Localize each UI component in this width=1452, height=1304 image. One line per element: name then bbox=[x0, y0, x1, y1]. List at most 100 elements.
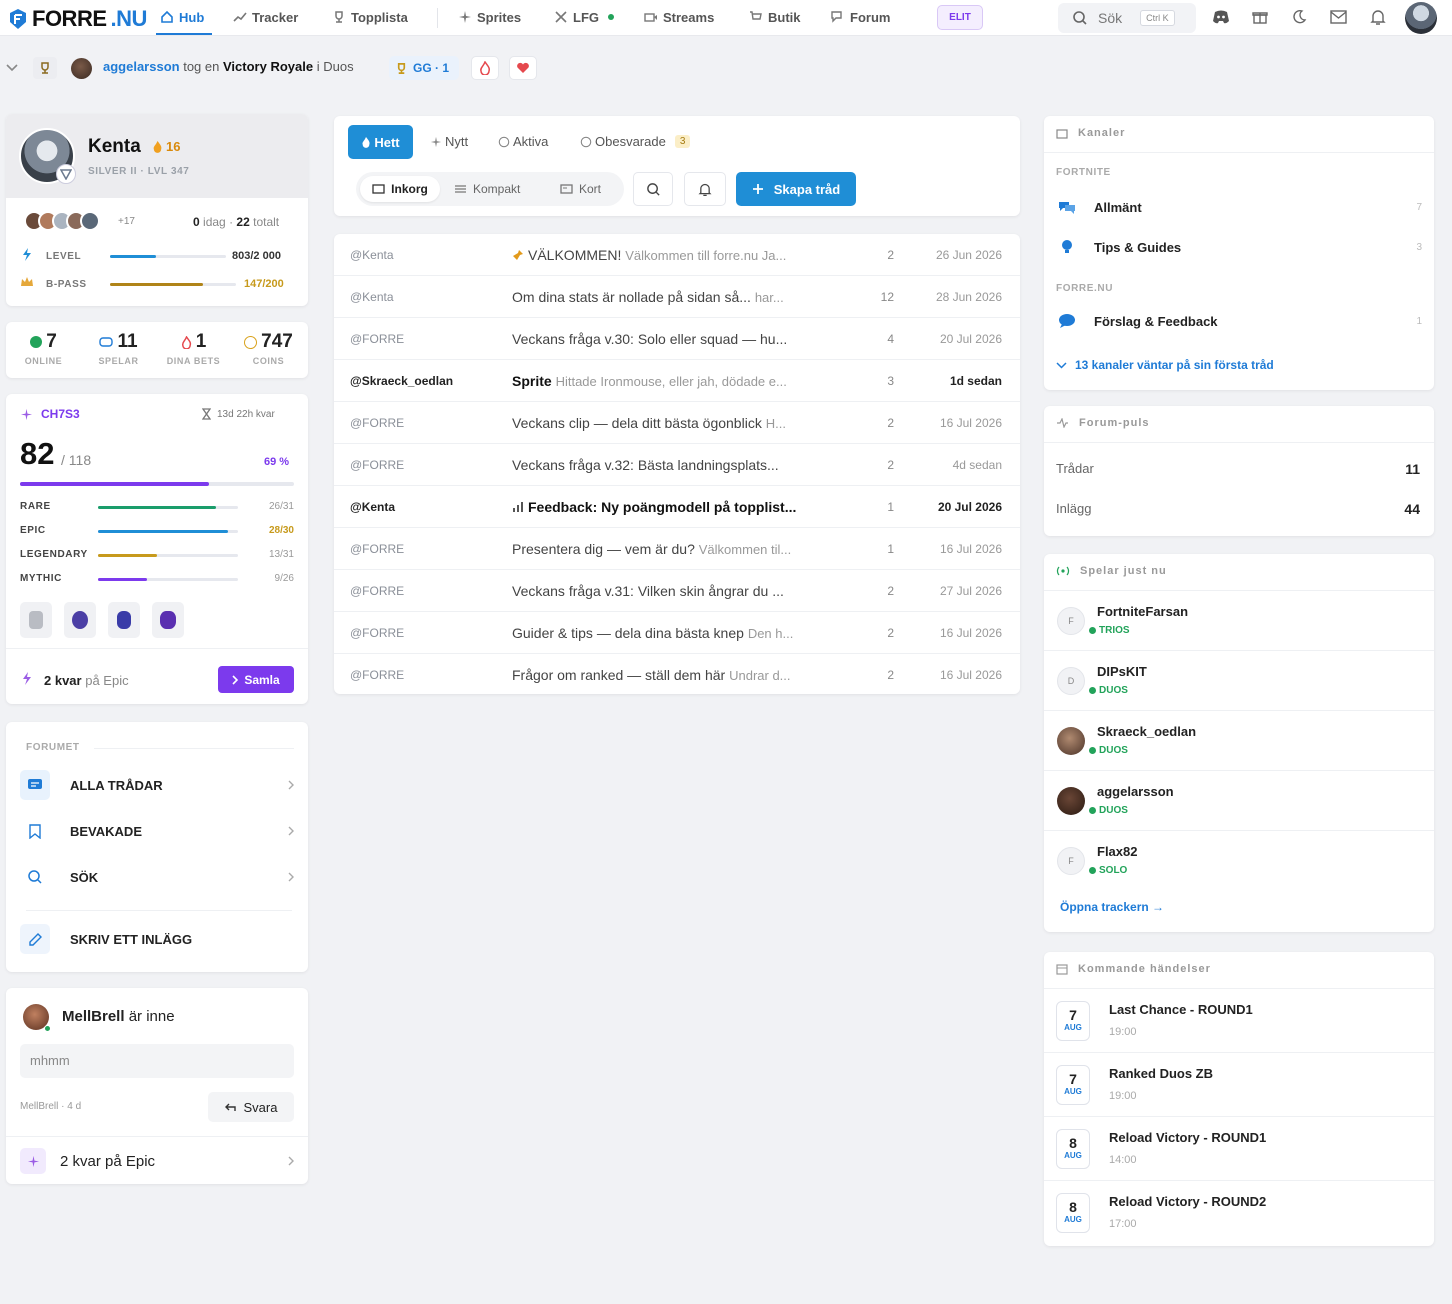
sprite-thumb-3[interactable] bbox=[108, 602, 140, 638]
player-avatar[interactable]: D bbox=[1057, 667, 1085, 695]
chevron-right-icon bbox=[288, 1156, 294, 1166]
stat-online-label: ONLINE bbox=[24, 356, 63, 366]
thread-excerpt: Hittade Ironmouse, eller jah, dödade e..… bbox=[555, 374, 787, 389]
friends-extra: +17 bbox=[118, 216, 135, 227]
player-avatar[interactable]: F bbox=[1057, 847, 1085, 875]
nav-sprites[interactable]: Sprites bbox=[458, 0, 521, 34]
sprite-thumb-2[interactable] bbox=[64, 602, 96, 638]
heart-icon bbox=[517, 62, 529, 73]
player-mode: SOLO bbox=[1089, 865, 1127, 876]
event-row[interactable]: 8 AUG Reload Victory - ROUND2 17:00 bbox=[1044, 1180, 1434, 1244]
thread-row[interactable]: @FORRE Veckans fråga v.32: Bästa landnin… bbox=[334, 444, 1020, 486]
collection-total: / 118 bbox=[61, 452, 92, 468]
player-row[interactable]: F Flax82 SOLO bbox=[1044, 830, 1434, 890]
heart-react-button[interactable] bbox=[509, 56, 537, 80]
thread-date: 28 Jun 2026 bbox=[935, 290, 1002, 304]
thread-notify-button[interactable] bbox=[684, 172, 726, 206]
nav-tracker[interactable]: Tracker bbox=[233, 0, 298, 34]
flame-icon bbox=[153, 141, 162, 153]
stat-playing-label: SPELAR bbox=[98, 356, 139, 366]
event-row[interactable]: 7 AUG Last Chance - ROUND1 19:00 bbox=[1044, 988, 1434, 1052]
player-avatar[interactable]: F bbox=[1057, 607, 1085, 635]
tab-active-label: Aktiva bbox=[513, 134, 549, 149]
create-thread-button[interactable]: Skapa tråd bbox=[736, 172, 856, 206]
brand-logo[interactable]: FORRE .NU bbox=[8, 6, 147, 32]
rarity-value: 26/31 bbox=[268, 501, 294, 512]
forum-menu-watched[interactable]: BEVAKADE bbox=[20, 812, 294, 850]
flame-icon bbox=[362, 137, 370, 148]
view-compact[interactable]: Kompakt bbox=[454, 176, 520, 202]
moon-icon[interactable] bbox=[1291, 9, 1307, 25]
thread-row[interactable]: @FORRE Guider & tips — dela dina bästa k… bbox=[334, 612, 1020, 654]
nav-streams[interactable]: Streams bbox=[644, 0, 714, 34]
thread-replies: 1 bbox=[887, 542, 894, 556]
event-day: 8 bbox=[1069, 1199, 1077, 1215]
view-inbox[interactable]: Inkorg bbox=[360, 176, 440, 202]
tab-hot[interactable]: Hett bbox=[348, 125, 413, 159]
gg-button[interactable]: GG · 1 bbox=[389, 56, 459, 80]
player-row[interactable]: F FortniteFarsan TRIOS bbox=[1044, 590, 1434, 650]
gift-icon[interactable] bbox=[1252, 9, 1268, 25]
event-row[interactable]: 8 AUG Reload Victory - ROUND1 14:00 bbox=[1044, 1116, 1434, 1180]
player-row[interactable]: D DIPsKIT DUOS bbox=[1044, 650, 1434, 710]
forum-menu-all-threads[interactable]: ALLA TRÅDAR bbox=[20, 766, 294, 804]
bell-icon[interactable] bbox=[1370, 8, 1386, 26]
chat-icon bbox=[831, 11, 842, 23]
thread-title-cell: Om dina stats är nollade på sidan så... … bbox=[512, 276, 842, 319]
thread-row[interactable]: @Kenta VÄLKOMMEN! Välkommen till forre.n… bbox=[334, 234, 1020, 276]
calendar-icon bbox=[1056, 964, 1068, 975]
channels-waiting-link[interactable]: 13 kanaler väntar på sin första tråd bbox=[1056, 358, 1274, 372]
chevron-down-icon[interactable] bbox=[6, 64, 18, 72]
fire-react-button[interactable] bbox=[471, 56, 499, 80]
event-row[interactable]: 7 AUG Ranked Duos ZB 19:00 bbox=[1044, 1052, 1434, 1116]
thread-row[interactable]: @FORRE Frågor om ranked — ställ dem här … bbox=[334, 654, 1020, 694]
nav-forum[interactable]: Forum bbox=[831, 0, 890, 34]
player-avatar[interactable] bbox=[1057, 727, 1085, 755]
thread-row[interactable]: @Skraeck_oedlan Sprite Hittade Ironmouse… bbox=[334, 360, 1020, 402]
thread-title-cell: Veckans clip — dela ditt bästa ögonblick… bbox=[512, 402, 842, 445]
nav-butik[interactable]: Butik bbox=[749, 0, 801, 34]
thread-row[interactable]: @FORRE Veckans fråga v.30: Solo eller sq… bbox=[334, 318, 1020, 360]
player-row[interactable]: Skraeck_oedlan DUOS bbox=[1044, 710, 1434, 770]
rarity-progress-bar bbox=[98, 506, 238, 509]
thread-row[interactable]: @FORRE Veckans clip — dela ditt bästa ög… bbox=[334, 402, 1020, 444]
friends-avatars[interactable] bbox=[24, 211, 100, 231]
thread-row[interactable]: @Kenta Feedback: Ny poängmodell på toppl… bbox=[334, 486, 1020, 528]
thread-search-button[interactable] bbox=[633, 172, 673, 206]
collect-button[interactable]: Samla bbox=[218, 666, 294, 693]
thread-row[interactable]: @FORRE Presentera dig — vem är du? Välko… bbox=[334, 528, 1020, 570]
player-row[interactable]: aggelarsson DUOS bbox=[1044, 770, 1434, 830]
search-box[interactable]: Sök Ctrl K bbox=[1058, 3, 1196, 33]
channel-feedback[interactable]: Förslag & Feedback 1 bbox=[1044, 301, 1434, 341]
write-post-button[interactable]: SKRIV ETT INLÄGG bbox=[20, 924, 294, 954]
nav-topplista[interactable]: Topplista bbox=[332, 0, 408, 34]
thread-excerpt: Den h... bbox=[747, 626, 794, 641]
open-tracker-link[interactable]: Öppna trackern → bbox=[1060, 900, 1164, 914]
sprite-thumb-4[interactable] bbox=[152, 602, 184, 638]
elite-badge[interactable]: ELIT bbox=[937, 5, 983, 30]
channel-allmant[interactable]: Allmänt 7 bbox=[1044, 187, 1434, 227]
sprite-thumb-1[interactable] bbox=[20, 602, 52, 638]
thread-row[interactable]: @Kenta Om dina stats är nollade på sidan… bbox=[334, 276, 1020, 318]
nav-topplista-label: Topplista bbox=[351, 9, 408, 25]
nav-lfg[interactable]: LFG bbox=[554, 0, 614, 34]
ticker-user[interactable]: aggelarsson bbox=[103, 59, 180, 74]
tab-new[interactable]: Nytt bbox=[430, 134, 468, 149]
channel-tips[interactable]: Tips & Guides 3 bbox=[1044, 227, 1434, 267]
nav-hub[interactable]: Hub bbox=[160, 0, 204, 34]
view-card[interactable]: Kort bbox=[560, 176, 601, 202]
epic-progress-link[interactable]: 2 kvar på Epic bbox=[20, 1146, 300, 1176]
discord-icon[interactable] bbox=[1212, 9, 1230, 25]
mail-icon[interactable] bbox=[1330, 10, 1347, 24]
tab-active[interactable]: Aktiva bbox=[498, 134, 548, 149]
channel-tips-label: Tips & Guides bbox=[1094, 239, 1182, 255]
thread-row[interactable]: @FORRE Veckans fråga v.31: Vilken skin å… bbox=[334, 570, 1020, 612]
tab-unanswered[interactable]: Obesvarade 3 bbox=[580, 134, 691, 149]
forum-menu-search[interactable]: SÖK bbox=[20, 858, 294, 896]
user-avatar[interactable] bbox=[1405, 2, 1437, 34]
reply-button[interactable]: Svara bbox=[208, 1092, 294, 1122]
player-avatar[interactable] bbox=[1057, 787, 1085, 815]
stats-card: 7 ONLINE 11 SPELAR 1 DINA BETS 747 COINS bbox=[6, 322, 308, 378]
reply-icon bbox=[224, 1103, 236, 1111]
pulse-posts-label: Inlägg bbox=[1056, 501, 1092, 516]
